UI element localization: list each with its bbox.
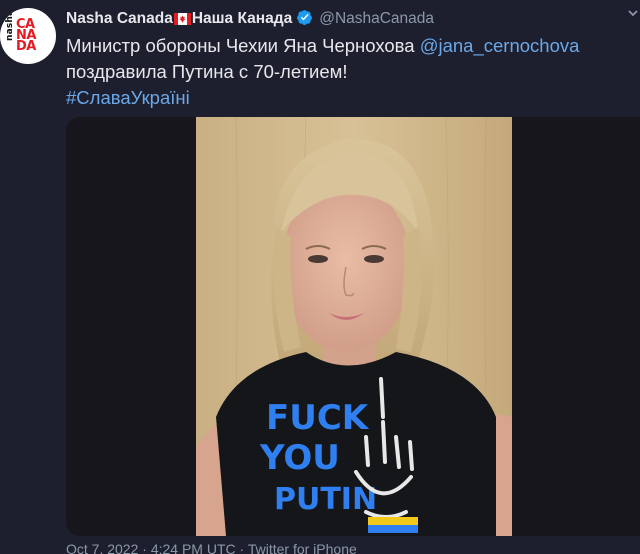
tweet-source[interactable]: Twitter for iPhone (248, 541, 357, 554)
tweet-media[interactable]: FUCK YOU PUTIN (66, 117, 640, 536)
tweet-text-line1: Министр обороны Чехии Яна Чернохова (66, 35, 420, 56)
author-name[interactable]: Nasha Canada Наша Канада (66, 10, 292, 27)
shirt-text-line2: YOU (259, 438, 340, 478)
tweet-footer: Oct 7, 2022 · 4:24 PM UTC · Twitter for … (66, 541, 357, 554)
avatar-text-nasha: nasha (5, 9, 15, 41)
shirt-text-line1: FUCK (266, 398, 370, 438)
canada-flag-icon (173, 9, 191, 33)
shirt-text-line3: PUTIN (274, 482, 377, 517)
selfie-photo: FUCK YOU PUTIN (196, 117, 512, 536)
more-icon[interactable] (626, 6, 640, 24)
mention-link[interactable]: @jana_cernochova (420, 35, 580, 56)
tweet-text-line2: поздравила Путина с 70-летием! (66, 61, 348, 82)
tweet-text: Министр обороны Чехии Яна Чернохова @jan… (66, 33, 636, 111)
avatar[interactable]: nasha CA NA DA (0, 8, 56, 64)
timestamp[interactable]: Oct 7, 2022 · 4:24 PM UTC (66, 541, 236, 554)
author-name-latin: Nasha Canada (66, 10, 173, 27)
avatar-text-canada: CA NA DA (16, 17, 36, 54)
verified-badge-icon (296, 9, 313, 33)
author-name-cyrillic: Наша Канада (191, 10, 293, 27)
tweet: nasha CA NA DA Nasha Canada Наша Канада @Nas… (0, 0, 640, 554)
tweet-header: Nasha Canada Наша Канада @NashaCanada (66, 6, 640, 30)
footer-separator: · (235, 541, 248, 554)
author-handle[interactable]: @NashaCanada (319, 10, 434, 27)
hashtag-link[interactable]: #СлаваУкраїні (66, 87, 190, 108)
